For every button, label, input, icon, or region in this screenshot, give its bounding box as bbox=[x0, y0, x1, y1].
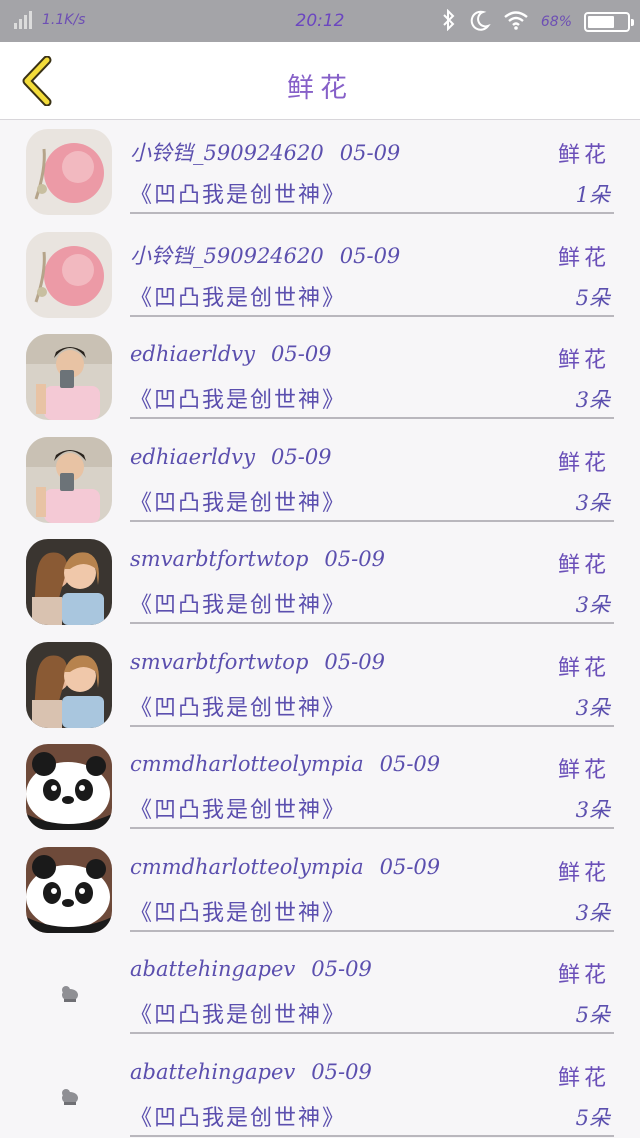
sender-line: abattehingapev 05-09 bbox=[130, 1060, 372, 1084]
gift-count: 3朵 bbox=[575, 695, 610, 720]
sender-line: 小铃铛_590924620 05-09 bbox=[130, 137, 400, 167]
sender-line: smvarbtfortwtop 05-09 bbox=[130, 547, 385, 571]
divider bbox=[130, 827, 614, 829]
work-title: 《凹凸我是创世神》 bbox=[130, 388, 347, 413]
gift-count: 3朵 bbox=[575, 900, 610, 925]
work-title: 《凹凸我是创世神》 bbox=[130, 285, 347, 311]
sender-name: 小铃铛_590924620 bbox=[130, 243, 324, 268]
sender-name: smvarbtfortwtop bbox=[130, 547, 309, 571]
list-item[interactable]: cmmdharlotteolympia 05-09 鲜花 《凹凸我是创世神》 3朵 bbox=[0, 839, 640, 942]
list-item[interactable]: edhiaerldvy 05-09 鲜花 《凹凸我是创世神》 3朵 bbox=[0, 429, 640, 532]
sender-name: abattehingapev bbox=[130, 1059, 296, 1084]
flower-avatar[interactable] bbox=[26, 231, 112, 318]
divider bbox=[130, 1134, 614, 1137]
nav-bar: 鲜花 bbox=[0, 42, 640, 120]
work-title: 《凹凸我是创世神》 bbox=[130, 490, 347, 516]
default-avatar[interactable] bbox=[26, 1051, 112, 1138]
selfie-avatar[interactable] bbox=[26, 334, 112, 420]
sender-line: 小铃铛_590924620 05-09 bbox=[130, 240, 400, 270]
gift-type: 鲜花 bbox=[557, 245, 610, 271]
divider bbox=[130, 212, 614, 214]
panda-avatar[interactable] bbox=[26, 846, 112, 933]
gift-date: 05-09 bbox=[271, 444, 332, 469]
list-item[interactable]: edhiaerldvy 05-09 鲜花 《凹凸我是创世神》 3朵 bbox=[0, 326, 640, 429]
work-title: 《凹凸我是创世神》 bbox=[130, 183, 347, 208]
gift-count: 3朵 bbox=[575, 490, 610, 515]
divider bbox=[130, 519, 614, 522]
sender-line: cmmdharlotteolympia 05-09 bbox=[130, 855, 440, 879]
gift-date: 05-09 bbox=[311, 957, 372, 981]
gift-type: 鲜花 bbox=[557, 450, 610, 476]
divider bbox=[130, 314, 614, 317]
gift-count: 5朵 bbox=[575, 285, 610, 310]
sender-line: cmmdharlotteolympia 05-09 bbox=[130, 752, 440, 776]
girls-avatar[interactable] bbox=[26, 641, 112, 728]
status-bar: 1.1K/s 20:12 68% bbox=[0, 0, 640, 42]
gift-count: 3朵 bbox=[575, 388, 610, 412]
sender-name: 小铃铛_590924620 bbox=[130, 141, 324, 165]
flower-avatar[interactable] bbox=[26, 129, 112, 215]
gift-count: 3朵 bbox=[575, 593, 610, 617]
gift-type: 鲜花 bbox=[557, 553, 610, 578]
sender-line: smvarbtfortwtop 05-09 bbox=[130, 650, 385, 674]
girls-avatar[interactable] bbox=[26, 539, 112, 625]
sender-line: edhiaerldvy 05-09 bbox=[130, 445, 332, 469]
moon-icon bbox=[469, 9, 491, 35]
work-title: 《凹凸我是创世神》 bbox=[130, 1105, 347, 1131]
sender-name: edhiaerldvy bbox=[130, 444, 255, 469]
gift-date: 05-09 bbox=[311, 1059, 372, 1084]
wifi-icon bbox=[503, 10, 529, 34]
gift-count: 5朵 bbox=[575, 1003, 610, 1027]
list-item[interactable]: 小铃铛_590924620 05-09 鲜花 《凹凸我是创世神》 5朵 bbox=[0, 224, 640, 327]
gift-date: 05-09 bbox=[324, 649, 385, 674]
gift-date: 05-09 bbox=[379, 854, 441, 879]
gift-date: 05-09 bbox=[324, 547, 385, 571]
sender-line: abattehingapev 05-09 bbox=[130, 957, 372, 981]
gift-date: 05-09 bbox=[339, 141, 401, 165]
gift-count: 1朵 bbox=[575, 183, 610, 207]
divider bbox=[130, 622, 614, 624]
work-title: 《凹凸我是创世神》 bbox=[130, 798, 347, 823]
list-item[interactable]: abattehingapev 05-09 鲜花 《凹凸我是创世神》 5朵 bbox=[0, 941, 640, 1044]
gift-date: 05-09 bbox=[379, 752, 441, 776]
gift-type: 鲜花 bbox=[557, 1065, 610, 1091]
divider bbox=[130, 417, 614, 419]
gift-list: 小铃铛_590924620 05-09 鲜花 《凹凸我是创世神》 1朵 小铃铛_5… bbox=[0, 121, 640, 1138]
sender-name: cmmdharlotteolympia bbox=[130, 752, 364, 776]
battery-percent: 68% bbox=[540, 14, 572, 30]
page-title: 鲜花 bbox=[287, 73, 353, 104]
battery-icon bbox=[584, 12, 634, 32]
work-title: 《凹凸我是创世神》 bbox=[130, 900, 347, 926]
list-item[interactable]: smvarbtfortwtop 05-09 鲜花 《凹凸我是创世神》 3朵 bbox=[0, 531, 640, 634]
gift-date: 05-09 bbox=[271, 342, 332, 366]
gift-count: 5朵 bbox=[575, 1105, 610, 1130]
gift-type: 鲜花 bbox=[557, 143, 610, 168]
bluetooth-icon bbox=[441, 8, 457, 35]
work-title: 《凹凸我是创世神》 bbox=[130, 593, 347, 618]
sender-name: edhiaerldvy bbox=[130, 342, 255, 366]
gift-type: 鲜花 bbox=[557, 348, 610, 373]
gift-count: 3朵 bbox=[575, 798, 610, 822]
gift-date: 05-09 bbox=[339, 243, 401, 268]
list-item[interactable]: 小铃铛_590924620 05-09 鲜花 《凹凸我是创世神》 1朵 bbox=[0, 121, 640, 224]
list-item[interactable]: smvarbtfortwtop 05-09 鲜花 《凹凸我是创世神》 3朵 bbox=[0, 634, 640, 737]
work-title: 《凹凸我是创世神》 bbox=[130, 695, 347, 721]
selfie-avatar[interactable] bbox=[26, 436, 112, 523]
divider bbox=[130, 929, 614, 932]
panda-avatar[interactable] bbox=[26, 744, 112, 830]
default-avatar[interactable] bbox=[26, 949, 112, 1035]
gift-type: 鲜花 bbox=[557, 963, 610, 988]
sender-name: abattehingapev bbox=[130, 957, 296, 981]
list-item[interactable]: cmmdharlotteolympia 05-09 鲜花 《凹凸我是创世神》 3朵 bbox=[0, 736, 640, 839]
gift-type: 鲜花 bbox=[557, 860, 610, 886]
gift-type: 鲜花 bbox=[557, 655, 610, 681]
sender-name: cmmdharlotteolympia bbox=[130, 854, 364, 879]
sender-name: smvarbtfortwtop bbox=[130, 649, 309, 674]
sender-line: edhiaerldvy 05-09 bbox=[130, 342, 332, 366]
divider bbox=[130, 724, 614, 727]
gift-type: 鲜花 bbox=[557, 758, 610, 783]
list-item[interactable]: abattehingapev 05-09 鲜花 《凹凸我是创世神》 5朵 bbox=[0, 1044, 640, 1138]
work-title: 《凹凸我是创世神》 bbox=[130, 1003, 347, 1028]
divider bbox=[130, 1032, 614, 1034]
